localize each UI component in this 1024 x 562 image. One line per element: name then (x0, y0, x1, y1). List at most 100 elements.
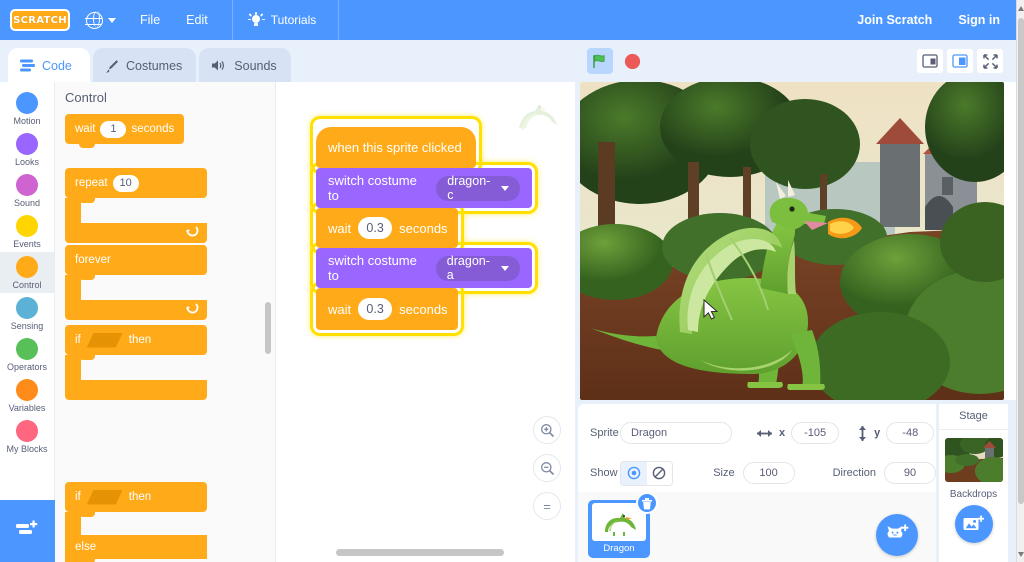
category-events[interactable]: Events (0, 211, 55, 252)
add-extension-button[interactable] (0, 500, 55, 562)
fullscreen-button[interactable] (976, 48, 1004, 74)
category-control[interactable]: Control (0, 252, 55, 293)
delete-sprite-button[interactable] (636, 492, 658, 514)
palette-block-if-then[interactable]: if then (65, 325, 207, 400)
page-scrollbar-thumb[interactable] (1018, 18, 1024, 504)
visibility-toggle (620, 460, 674, 486)
horizontal-arrows-icon (757, 429, 772, 437)
tab-sounds[interactable]: Sounds (199, 48, 291, 83)
block-text: switch costume to (328, 173, 417, 203)
category-my-blocks[interactable]: My Blocks (0, 416, 55, 457)
category-color-dot (16, 297, 38, 319)
sign-in-button[interactable]: Sign in (958, 13, 1000, 27)
block-input-number[interactable]: 10 (112, 174, 139, 192)
block-input-number[interactable]: 1 (100, 120, 127, 138)
palette-scrollbar-thumb[interactable] (265, 302, 271, 354)
language-selector[interactable] (85, 10, 116, 29)
costume-dropdown-2[interactable]: dragon-a (435, 254, 520, 282)
workspace-zoom-controls: = (533, 416, 561, 520)
block-switch-costume-1[interactable]: switch costume to dragon-c (316, 168, 532, 208)
block-text: if (75, 491, 81, 503)
menu-edit[interactable]: Edit (184, 9, 210, 31)
category-sound[interactable]: Sound (0, 170, 55, 211)
zoom-in-button[interactable] (533, 416, 561, 444)
loop-arrow-icon (186, 226, 199, 237)
block-text: repeat (75, 177, 108, 189)
block-text: wait (75, 123, 96, 135)
size-group: Size 100 (713, 462, 795, 484)
sprite-info-panel: Sprite Dragon x -105 y -48 Show Size 100… (578, 404, 936, 562)
menu-divider-2 (338, 0, 340, 40)
tab-costumes[interactable]: Costumes (93, 48, 197, 83)
menu-tutorials[interactable]: Tutorials (247, 11, 316, 28)
y-position-input[interactable]: -48 (886, 422, 935, 444)
dropdown-value: dragon-a (446, 254, 490, 282)
palette-block-forever[interactable]: forever (65, 245, 207, 320)
menu-divider (231, 0, 233, 40)
block-when-sprite-clicked[interactable]: when this sprite clicked (316, 127, 476, 168)
add-sprite-button[interactable] (876, 514, 918, 556)
block-switch-costume-2[interactable]: switch costume to dragon-a (316, 248, 532, 288)
wait-duration-input-1[interactable]: 0.3 (358, 217, 393, 239)
dragon-watermark (519, 104, 557, 130)
size-input[interactable]: 100 (742, 462, 795, 484)
stage-panel-title: Stage (959, 410, 988, 422)
stage-canvas[interactable] (580, 82, 1004, 400)
add-backdrop-button[interactable] (954, 505, 993, 543)
block-text: wait (328, 220, 352, 236)
scroll-up-arrow[interactable] (1017, 2, 1024, 14)
block-wait-2[interactable]: wait 0.3 seconds (316, 288, 458, 330)
x-position-input[interactable]: -105 (791, 422, 840, 444)
palette-block-wait[interactable]: wait 1 seconds (65, 114, 185, 148)
scratch-logo[interactable]: SCRATCH (10, 9, 70, 31)
green-flag-button[interactable] (587, 48, 613, 74)
backdrop-thumbnail[interactable] (944, 438, 1003, 482)
stop-button[interactable] (621, 50, 643, 72)
category-color-dot (16, 420, 38, 442)
category-label: Operators (6, 362, 48, 372)
category-label: Sound (13, 198, 41, 208)
zoom-out-button[interactable] (533, 454, 561, 482)
palette-block-if-else[interactable]: if then else (65, 482, 207, 562)
account-actions: Join Scratch Sign in (857, 13, 1000, 27)
palette-block-repeat[interactable]: repeat 10 (65, 168, 207, 243)
vertical-arrows-icon (859, 425, 867, 441)
category-color-dot (16, 379, 38, 401)
menu-file[interactable]: File (138, 9, 162, 31)
block-boolean-slot[interactable] (87, 333, 123, 348)
show-sprite-button[interactable] (621, 461, 647, 485)
costume-dropdown-1[interactable]: dragon-c (436, 174, 520, 202)
join-scratch-button[interactable]: Join Scratch (857, 13, 932, 27)
block-text: wait (328, 301, 352, 317)
stop-sign-icon (624, 53, 640, 69)
direction-input[interactable]: 90 (884, 462, 936, 484)
globe-icon (85, 10, 103, 29)
block-palette[interactable]: Control wait 1 seconds repeat 10 forever… (55, 82, 275, 562)
hide-sprite-button[interactable] (646, 461, 673, 485)
block-wait-1[interactable]: wait 0.3 seconds (316, 208, 458, 248)
code-workspace[interactable]: when this sprite clicked switch costume … (275, 82, 575, 562)
small-stage-button[interactable] (916, 48, 944, 74)
x-position-group: x -105 (756, 422, 840, 444)
category-variables[interactable]: Variables (0, 375, 55, 416)
block-text: when this sprite clicked (328, 140, 462, 155)
tab-code[interactable]: Code (8, 48, 90, 83)
block-boolean-slot[interactable] (87, 490, 123, 505)
speaker-icon (211, 59, 227, 72)
large-stage-button[interactable] (946, 48, 974, 74)
sprite-card-dragon[interactable]: Dragon (588, 492, 658, 558)
stage-controls-bar (575, 40, 1016, 82)
category-looks[interactable]: Looks (0, 129, 55, 170)
category-motion[interactable]: Motion (0, 88, 55, 129)
scroll-down-arrow[interactable] (1017, 548, 1024, 560)
page-scrollbar[interactable] (1016, 0, 1024, 562)
wait-duration-input-2[interactable]: 0.3 (358, 298, 393, 320)
workspace-horizontal-scrollbar[interactable] (336, 549, 504, 556)
block-text: switch costume to (328, 253, 417, 283)
zoom-reset-button[interactable]: = (533, 492, 561, 520)
large-stage-icon (952, 54, 968, 68)
backdrop-thumbnail-icon (944, 438, 1003, 482)
sprite-name-input[interactable]: Dragon (620, 422, 732, 444)
category-sensing[interactable]: Sensing (0, 293, 55, 334)
category-operators[interactable]: Operators (0, 334, 55, 375)
